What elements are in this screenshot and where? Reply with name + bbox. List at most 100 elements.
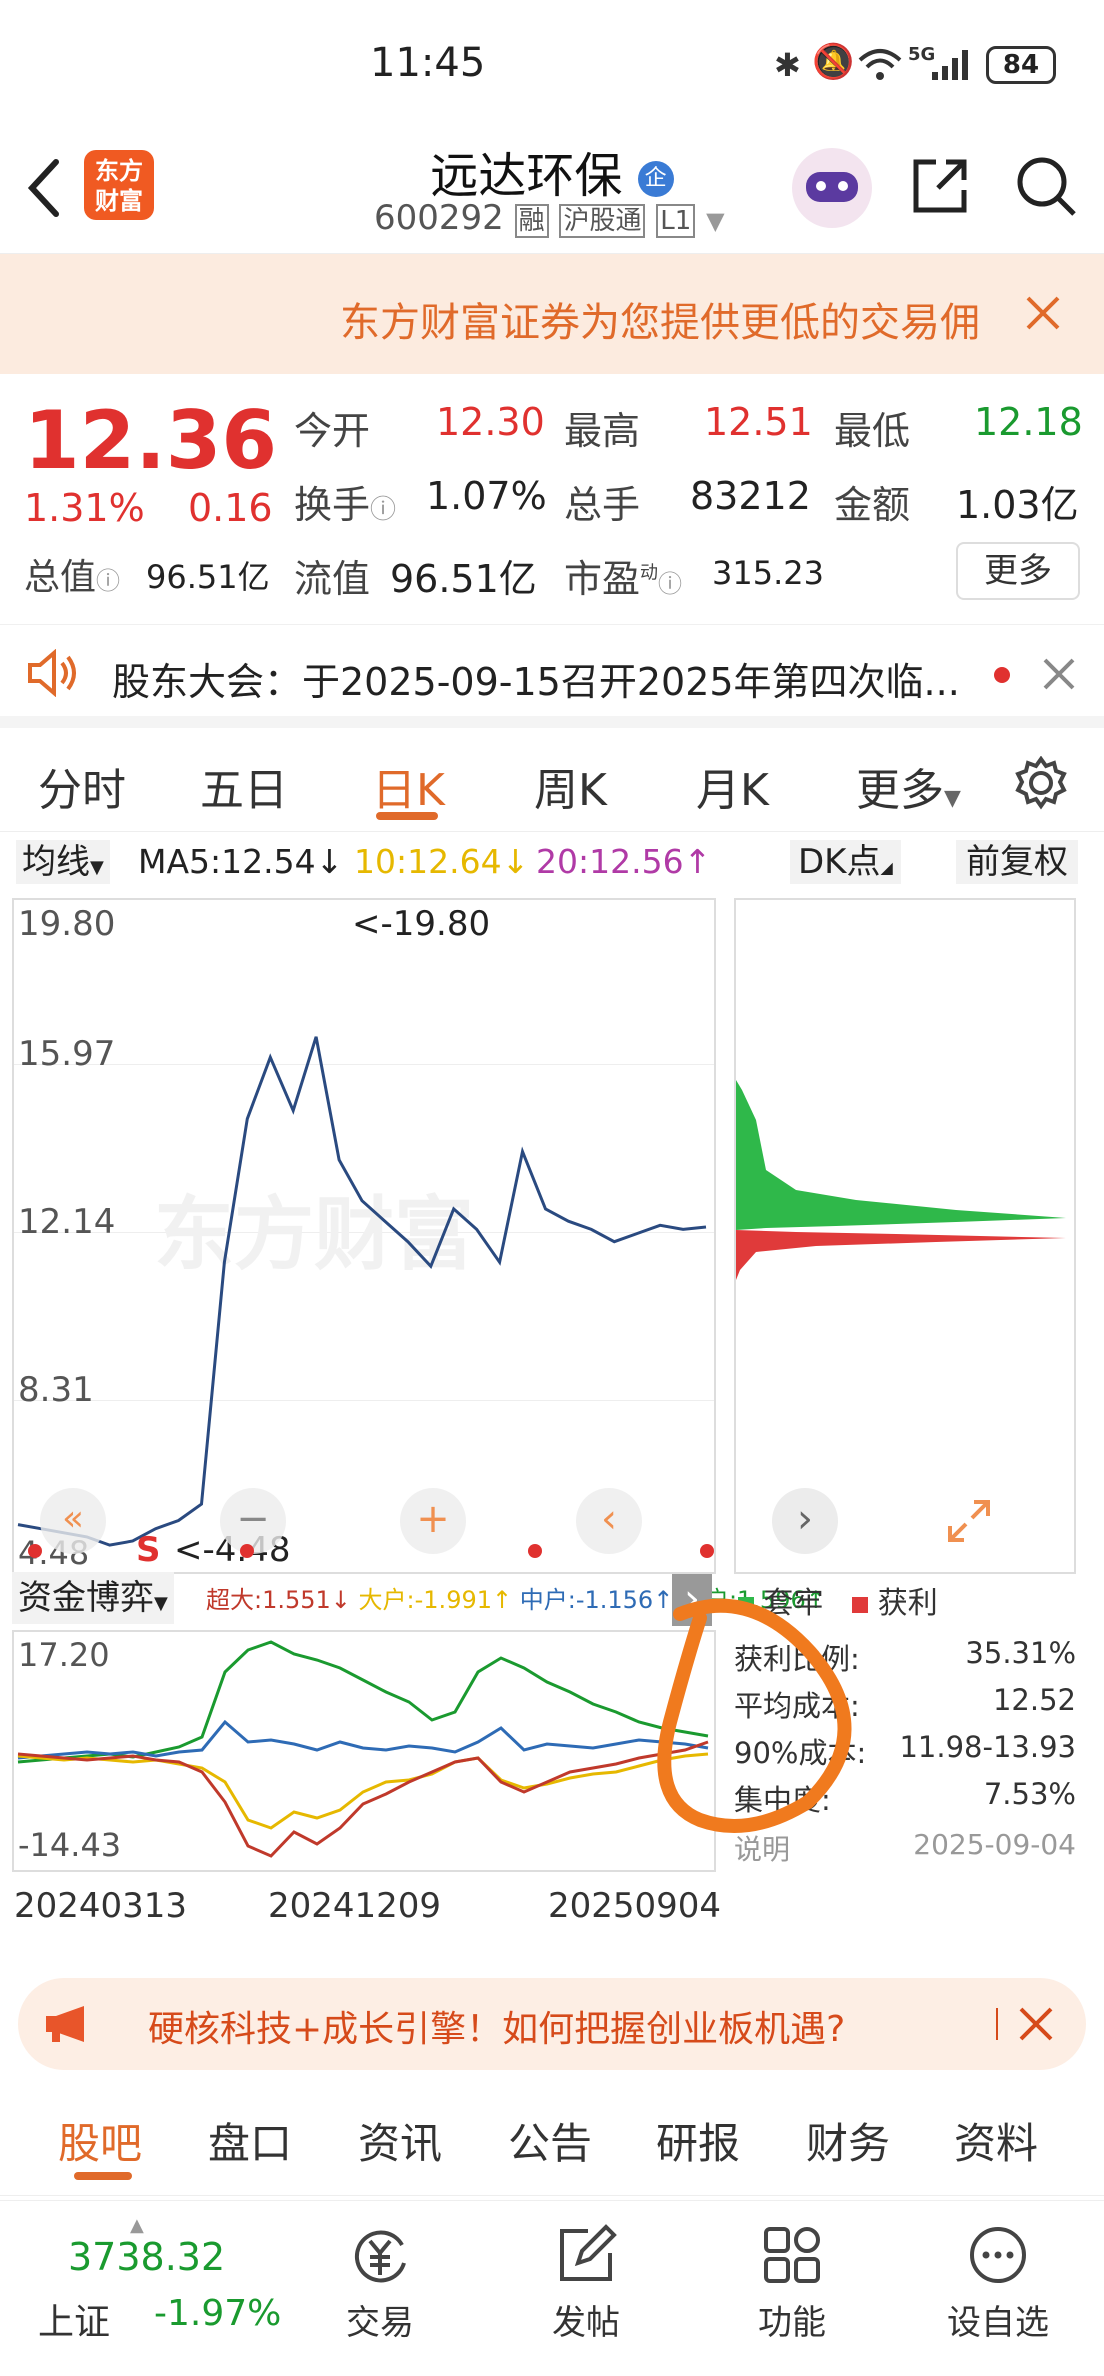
tab-monthly-k[interactable]: 月K (696, 754, 769, 818)
content-tabs: 股吧 盘口 资讯 公告 研报 财务 资料 (0, 2086, 1104, 2196)
notice-bar[interactable]: 股东大会：于2025-09-15召开2025年第四次临... (0, 624, 1104, 728)
status-bar: 11:45 ✱ 🔕 5G 84 (0, 0, 1104, 130)
low-value: 12.18 (974, 400, 1083, 444)
pe-value: 315.23 (712, 554, 824, 592)
tab-orderbook[interactable]: 盘口 (208, 2110, 292, 2171)
y-label-4: 8.31 (18, 1370, 94, 1410)
fund-chart[interactable]: 17.20 -14.43 (12, 1630, 716, 1872)
mute-icon: 🔕 (812, 42, 855, 82)
y-label-max: 19.80 (18, 904, 116, 944)
next-button[interactable]: › (772, 1488, 838, 1554)
pe-label[interactable]: 市盈动ⓘ (564, 548, 682, 603)
tab-intraday[interactable]: 分时 (38, 754, 126, 818)
more-circle-icon (970, 2227, 1026, 2283)
dock-post[interactable]: 发帖 (526, 2215, 646, 2365)
trade-icon (354, 2230, 406, 2283)
kline-tabs: 分时 五日 日K 周K 月K 更多▼ (0, 728, 1104, 832)
turnover-value: 1.07% (426, 474, 547, 518)
open-label: 今开 (294, 409, 371, 453)
legend-loss: 套牢 (763, 1586, 824, 1621)
tab-finance[interactable]: 财务 (806, 2110, 890, 2171)
tab-research[interactable]: 研报 (656, 2110, 740, 2171)
adjust-selector[interactable]: 前复权 (956, 840, 1078, 884)
edit-icon (560, 2224, 617, 2281)
stat-label: 获利比例: (734, 1642, 860, 1676)
tab-more[interactable]: 更多▼ (856, 754, 961, 818)
info-icon: ⓘ (658, 570, 683, 598)
promo-banner[interactable]: 东方财富证券为您提供更低的交易佣 (0, 254, 1104, 374)
legend-large: 大户:-1.991↑ (358, 1586, 513, 1614)
index-name: 上证 (38, 2302, 111, 2343)
tab-news[interactable]: 资讯 (358, 2110, 442, 2171)
dock-functions[interactable]: 功能 (732, 2215, 852, 2365)
cost-distribution-svg (736, 1080, 1066, 1280)
tab-profile[interactable]: 资料 (954, 2110, 1038, 2171)
tab-daily-k[interactable]: 日K (372, 754, 445, 818)
wifi-icon (858, 49, 902, 80)
date-start: 20240313 (14, 1886, 188, 1926)
fund-y-max: 17.20 (18, 1636, 110, 1674)
fund-selector[interactable]: 资金博弈▼ (12, 1572, 174, 1624)
fund-legend: 超大:1.551↓ 大户:-1.991↑ 中户:-1.156↑ 小户:1.596… (206, 1580, 826, 1620)
more-button[interactable]: 更多 (956, 542, 1080, 600)
enterprise-badge: 企 (637, 161, 674, 197)
amount-value: 1.03亿 (956, 483, 1079, 527)
zoom-out-button[interactable]: − (220, 1488, 286, 1554)
cost-distribution-chart[interactable]: › (734, 898, 1076, 1574)
high-label: 最高 (564, 409, 641, 453)
tab-forum[interactable]: 股吧 (58, 2110, 142, 2171)
dock-watchlist[interactable]: 设自选 (938, 2215, 1058, 2365)
prev-button[interactable]: ‹ (576, 1488, 642, 1554)
tag-margin: 融 (514, 204, 549, 238)
tab-five-day[interactable]: 五日 (200, 754, 288, 818)
chevron-down-icon: ▼ (706, 207, 725, 235)
turnover-label[interactable]: 换手ⓘ (294, 474, 396, 529)
fund-legend-next-button[interactable]: › (672, 1574, 712, 1626)
close-icon[interactable] (1024, 294, 1062, 332)
stock-code-row[interactable]: 600292 融 沪股通 L1 ▼ (374, 198, 725, 238)
tab-announcements[interactable]: 公告 (508, 2110, 592, 2171)
ma-bar: 均线▼ MA5:12.54↓ 10:12.64↓ 20:12.56↑ DK点◢ … (0, 836, 1104, 892)
explain-link[interactable]: 说明 (734, 1828, 790, 1875)
battery-level: 84 (1002, 50, 1040, 80)
stat-profit-ratio: 获利比例: 35.31% (734, 1636, 1076, 1683)
price-chart[interactable]: 东方财富 19.80 15.97 12.14 8.31 4.48 <-19.80… (12, 898, 716, 1574)
legend-loss-swatch (738, 1597, 754, 1613)
y-label-2: 15.97 (18, 1034, 116, 1074)
close-icon[interactable] (1018, 2006, 1054, 2042)
quote-panel: 12.36 1.31% 0.16 今开 12.30 最高 12.51 最低 12… (0, 374, 1104, 624)
rewind-button[interactable]: « (40, 1488, 106, 1554)
dock-trade-label: 交易 (346, 2303, 414, 2343)
expand-icon[interactable] (944, 1496, 994, 1546)
pe-label-text: 市盈 (564, 557, 641, 601)
float-mv-value: 96.51亿 (390, 557, 537, 601)
gear-icon[interactable] (1014, 756, 1068, 810)
signal-icon (932, 50, 968, 80)
megaphone-icon (46, 2006, 84, 2042)
index-ticker[interactable]: ▲ 3738.32 上证 -1.97% (20, 2215, 290, 2361)
assistant-avatar[interactable] (792, 148, 872, 228)
dk-point-selector[interactable]: DK点◢ (790, 840, 901, 884)
close-icon[interactable] (1042, 657, 1076, 691)
legend-medium: 中户:-1.156↑ (519, 1586, 674, 1614)
cost-stats: 获利比例: 35.31% 平均成本: 12.52 90%成本: 11.98-13.93… (734, 1636, 1076, 1875)
high-value: 12.51 (704, 400, 813, 444)
total-mv-label[interactable]: 总值ⓘ (24, 548, 120, 600)
search-icon[interactable] (1012, 152, 1080, 220)
grid-icon (764, 2227, 820, 2283)
divider (996, 2008, 998, 2040)
dock-functions-label: 功能 (758, 2303, 826, 2343)
ma-selector[interactable]: 均线▼ (16, 840, 110, 884)
ma5-value: MA5:12.54↓ (138, 842, 344, 881)
tab-weekly-k[interactable]: 周K (534, 754, 607, 818)
y-label-3: 12.14 (18, 1202, 116, 1242)
bluetooth-icon: ✱ (774, 46, 801, 84)
share-icon[interactable] (908, 154, 972, 218)
float-mv-label: 流值 (294, 557, 371, 601)
stat-90-cost: 90%成本: 11.98-13.93 (734, 1730, 1076, 1777)
cost-date: 2025-09-04 (913, 1828, 1076, 1861)
ad-banner[interactable]: 硬核科技+成长引擎！如何把握创业板机遇? (18, 1978, 1086, 2070)
stock-code: 600292 (374, 198, 504, 238)
dock-trade[interactable]: 交易 (320, 2215, 440, 2365)
zoom-in-button[interactable]: + (400, 1488, 466, 1554)
